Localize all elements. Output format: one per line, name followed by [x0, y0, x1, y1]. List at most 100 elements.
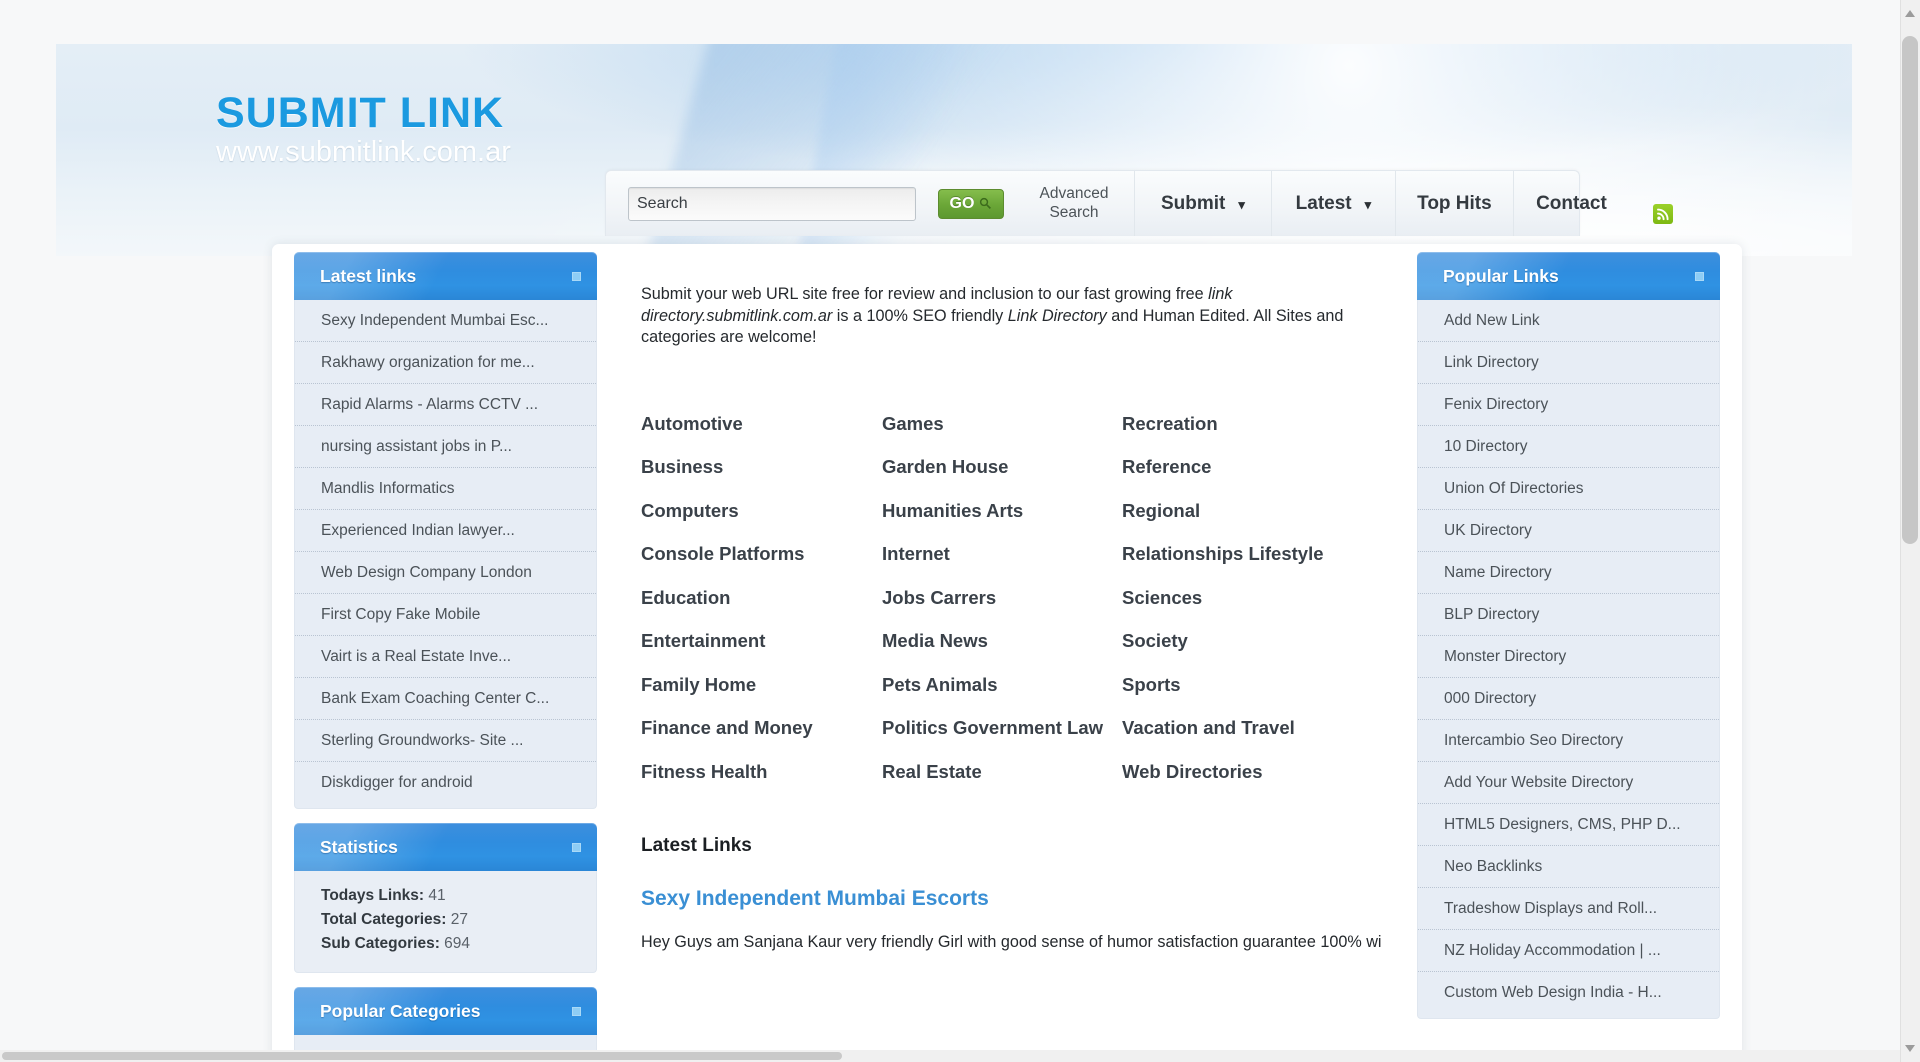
popular-link-item[interactable]: Name Directory [1418, 552, 1719, 594]
category-link[interactable]: Garden House [882, 456, 1122, 478]
search-go-button[interactable]: GO [938, 188, 1004, 219]
popular-link-item[interactable]: Tradeshow Displays and Roll... [1418, 888, 1719, 930]
panel-title-statistics: Statistics [320, 836, 398, 857]
popular-link-item[interactable]: NZ Holiday Accommodation | ... [1418, 930, 1719, 972]
search-input[interactable] [628, 186, 916, 221]
category-link[interactable]: Sciences [1122, 587, 1353, 609]
chevron-down-icon: ▾ [1364, 197, 1372, 212]
category-link[interactable]: Recreation [1122, 413, 1353, 435]
latest-link-item[interactable]: Bank Exam Coaching Center C... [295, 678, 596, 720]
category-link[interactable]: Business [641, 456, 882, 478]
category-link[interactable]: Relationships Lifestyle [1122, 543, 1353, 565]
nav-item-submit[interactable]: Submit ▾ [1134, 171, 1271, 236]
category-link[interactable]: Reference [1122, 456, 1353, 478]
advanced-search-link[interactable]: Advanced Search [1028, 185, 1120, 222]
intro-em-domain: submitlink.com.ar [706, 306, 833, 325]
category-link[interactable]: Regional [1122, 500, 1353, 522]
category-link[interactable]: Real Estate [882, 761, 1122, 783]
rss-glyph [1657, 208, 1669, 221]
go-button-label: GO [949, 194, 975, 212]
logo-subtitle: www.submitlink.com.ar [216, 136, 511, 168]
category-link[interactable]: Sports [1122, 674, 1353, 696]
intro-text-1: Submit your web URL site free for review… [641, 285, 1209, 304]
category-link[interactable]: Entertainment [641, 630, 882, 652]
category-link[interactable]: Jobs Carrers [882, 587, 1122, 609]
nav-label-contact: Contact [1536, 192, 1607, 214]
latest-entry-description: Hey Guys am Sanjana Kaur very friendly G… [641, 932, 1381, 951]
nav-item-latest[interactable]: Latest ▾ [1270, 171, 1395, 236]
latest-link-item[interactable]: First Copy Fake Mobile [295, 594, 596, 636]
right-sidebar: Popular Links Add New Link Link Directory… [1417, 252, 1720, 1033]
latest-link-item[interactable]: Sterling Groundworks- Site ... [295, 720, 596, 762]
main-content: Submit your web URL site free for review… [641, 244, 1381, 953]
popular-link-item[interactable]: 10 Directory [1418, 426, 1719, 468]
popular-link-item[interactable]: HTML5 Designers, CMS, PHP D... [1418, 804, 1719, 846]
popular-link-item[interactable]: Monster Directory [1418, 636, 1719, 678]
latest-link-item[interactable]: Diskdigger for android [295, 762, 596, 804]
popular-link-item[interactable]: Union Of Directories [1418, 468, 1719, 510]
popular-link-item[interactable]: Link Directory [1418, 342, 1719, 384]
stat-todays-links: Todays Links: 41 [321, 884, 596, 908]
panel-title-popular-categories: Popular Categories [320, 1000, 481, 1021]
latest-link-item[interactable]: Web Design Company London [295, 552, 596, 594]
latest-links-list: Sexy Independent Mumbai Esc... Rakhawy or… [294, 300, 597, 809]
category-link[interactable]: Finance and Money [641, 717, 882, 739]
popular-link-item[interactable]: Fenix Directory [1418, 384, 1719, 426]
popular-link-item[interactable]: Custom Web Design India - H... [1418, 972, 1719, 1014]
latest-link-item[interactable]: Vairt is a Real Estate Inve... [295, 636, 596, 678]
panel-collapse-icon[interactable] [572, 1006, 581, 1016]
category-link[interactable]: Games [882, 413, 1122, 435]
category-link[interactable]: Automotive [641, 413, 882, 435]
latest-link-item[interactable]: Experienced Indian lawyer... [295, 510, 596, 552]
page-container: SUBMIT LINK www.submitlink.com.ar GO Adv… [56, 44, 1852, 1062]
category-link[interactable]: Web Directories [1122, 761, 1353, 783]
popular-link-item[interactable]: Intercambio Seo Directory [1418, 720, 1719, 762]
popular-link-item[interactable]: Add New Link [1418, 300, 1719, 342]
category-link[interactable]: Internet [882, 543, 1122, 565]
panel-collapse-icon[interactable] [572, 271, 581, 281]
magnifier-icon [980, 197, 992, 209]
panel-collapse-icon[interactable] [1695, 271, 1704, 281]
panel-header-latest-links: Latest links [294, 252, 597, 300]
scroll-up-arrow-icon[interactable] [1904, 8, 1916, 20]
category-link[interactable]: Society [1122, 630, 1353, 652]
nav-item-contact[interactable]: Contact [1512, 171, 1629, 236]
popular-link-item[interactable]: 000 Directory [1418, 678, 1719, 720]
category-link[interactable]: Pets Animals [882, 674, 1122, 696]
latest-link-item[interactable]: Rapid Alarms - Alarms CCTV ... [295, 384, 596, 426]
latest-link-item[interactable]: Sexy Independent Mumbai Esc... [295, 300, 596, 342]
latest-entry-title[interactable]: Sexy Independent Mumbai Escorts [641, 887, 1381, 911]
popular-link-item[interactable]: Neo Backlinks [1418, 846, 1719, 888]
category-link[interactable]: Fitness Health [641, 761, 882, 783]
vertical-scrollbar-thumb[interactable] [1902, 36, 1918, 544]
stat-label-total-categories: Total Categories: [321, 911, 447, 928]
panel-collapse-icon[interactable] [572, 842, 581, 852]
latest-link-item[interactable]: Mandlis Informatics [295, 468, 596, 510]
stat-label-sub-categories: Sub Categories: [321, 935, 440, 952]
horizontal-scrollbar-thumb[interactable] [2, 1052, 842, 1060]
popular-link-item[interactable]: BLP Directory [1418, 594, 1719, 636]
nav-item-top-hits[interactable]: Top Hits [1394, 171, 1513, 236]
scroll-down-arrow-icon[interactable] [1904, 1042, 1916, 1054]
category-link[interactable]: Politics Government Law [882, 717, 1122, 739]
rss-icon[interactable] [1653, 204, 1673, 224]
site-header: SUBMIT LINK www.submitlink.com.ar GO Adv… [56, 44, 1852, 256]
latest-links-heading: Latest Links [641, 834, 752, 856]
popular-links-list: Add New Link Link Directory Fenix Director… [1417, 300, 1720, 1019]
category-link[interactable]: Education [641, 587, 882, 609]
latest-link-item[interactable]: nursing assistant jobs in P... [295, 426, 596, 468]
category-link[interactable]: Humanities Arts [882, 500, 1122, 522]
latest-link-item[interactable]: Rakhawy organization for me... [295, 342, 596, 384]
category-link[interactable]: Family Home [641, 674, 882, 696]
panel-latest-links: Latest links Sexy Independent Mumbai Esc… [294, 252, 597, 809]
site-logo[interactable]: SUBMIT LINK www.submitlink.com.ar [216, 92, 511, 168]
category-link[interactable]: Computers [641, 500, 882, 522]
panel-title-latest-links: Latest links [320, 265, 417, 286]
panel-popular-links: Popular Links Add New Link Link Directory… [1417, 252, 1720, 1019]
chevron-down-icon: ▾ [1238, 197, 1245, 212]
popular-link-item[interactable]: Add Your Website Directory [1418, 762, 1719, 804]
popular-link-item[interactable]: UK Directory [1418, 510, 1719, 552]
category-link[interactable]: Vacation and Travel [1122, 717, 1353, 739]
category-link[interactable]: Console Platforms [641, 543, 882, 565]
category-link[interactable]: Media News [882, 630, 1122, 652]
